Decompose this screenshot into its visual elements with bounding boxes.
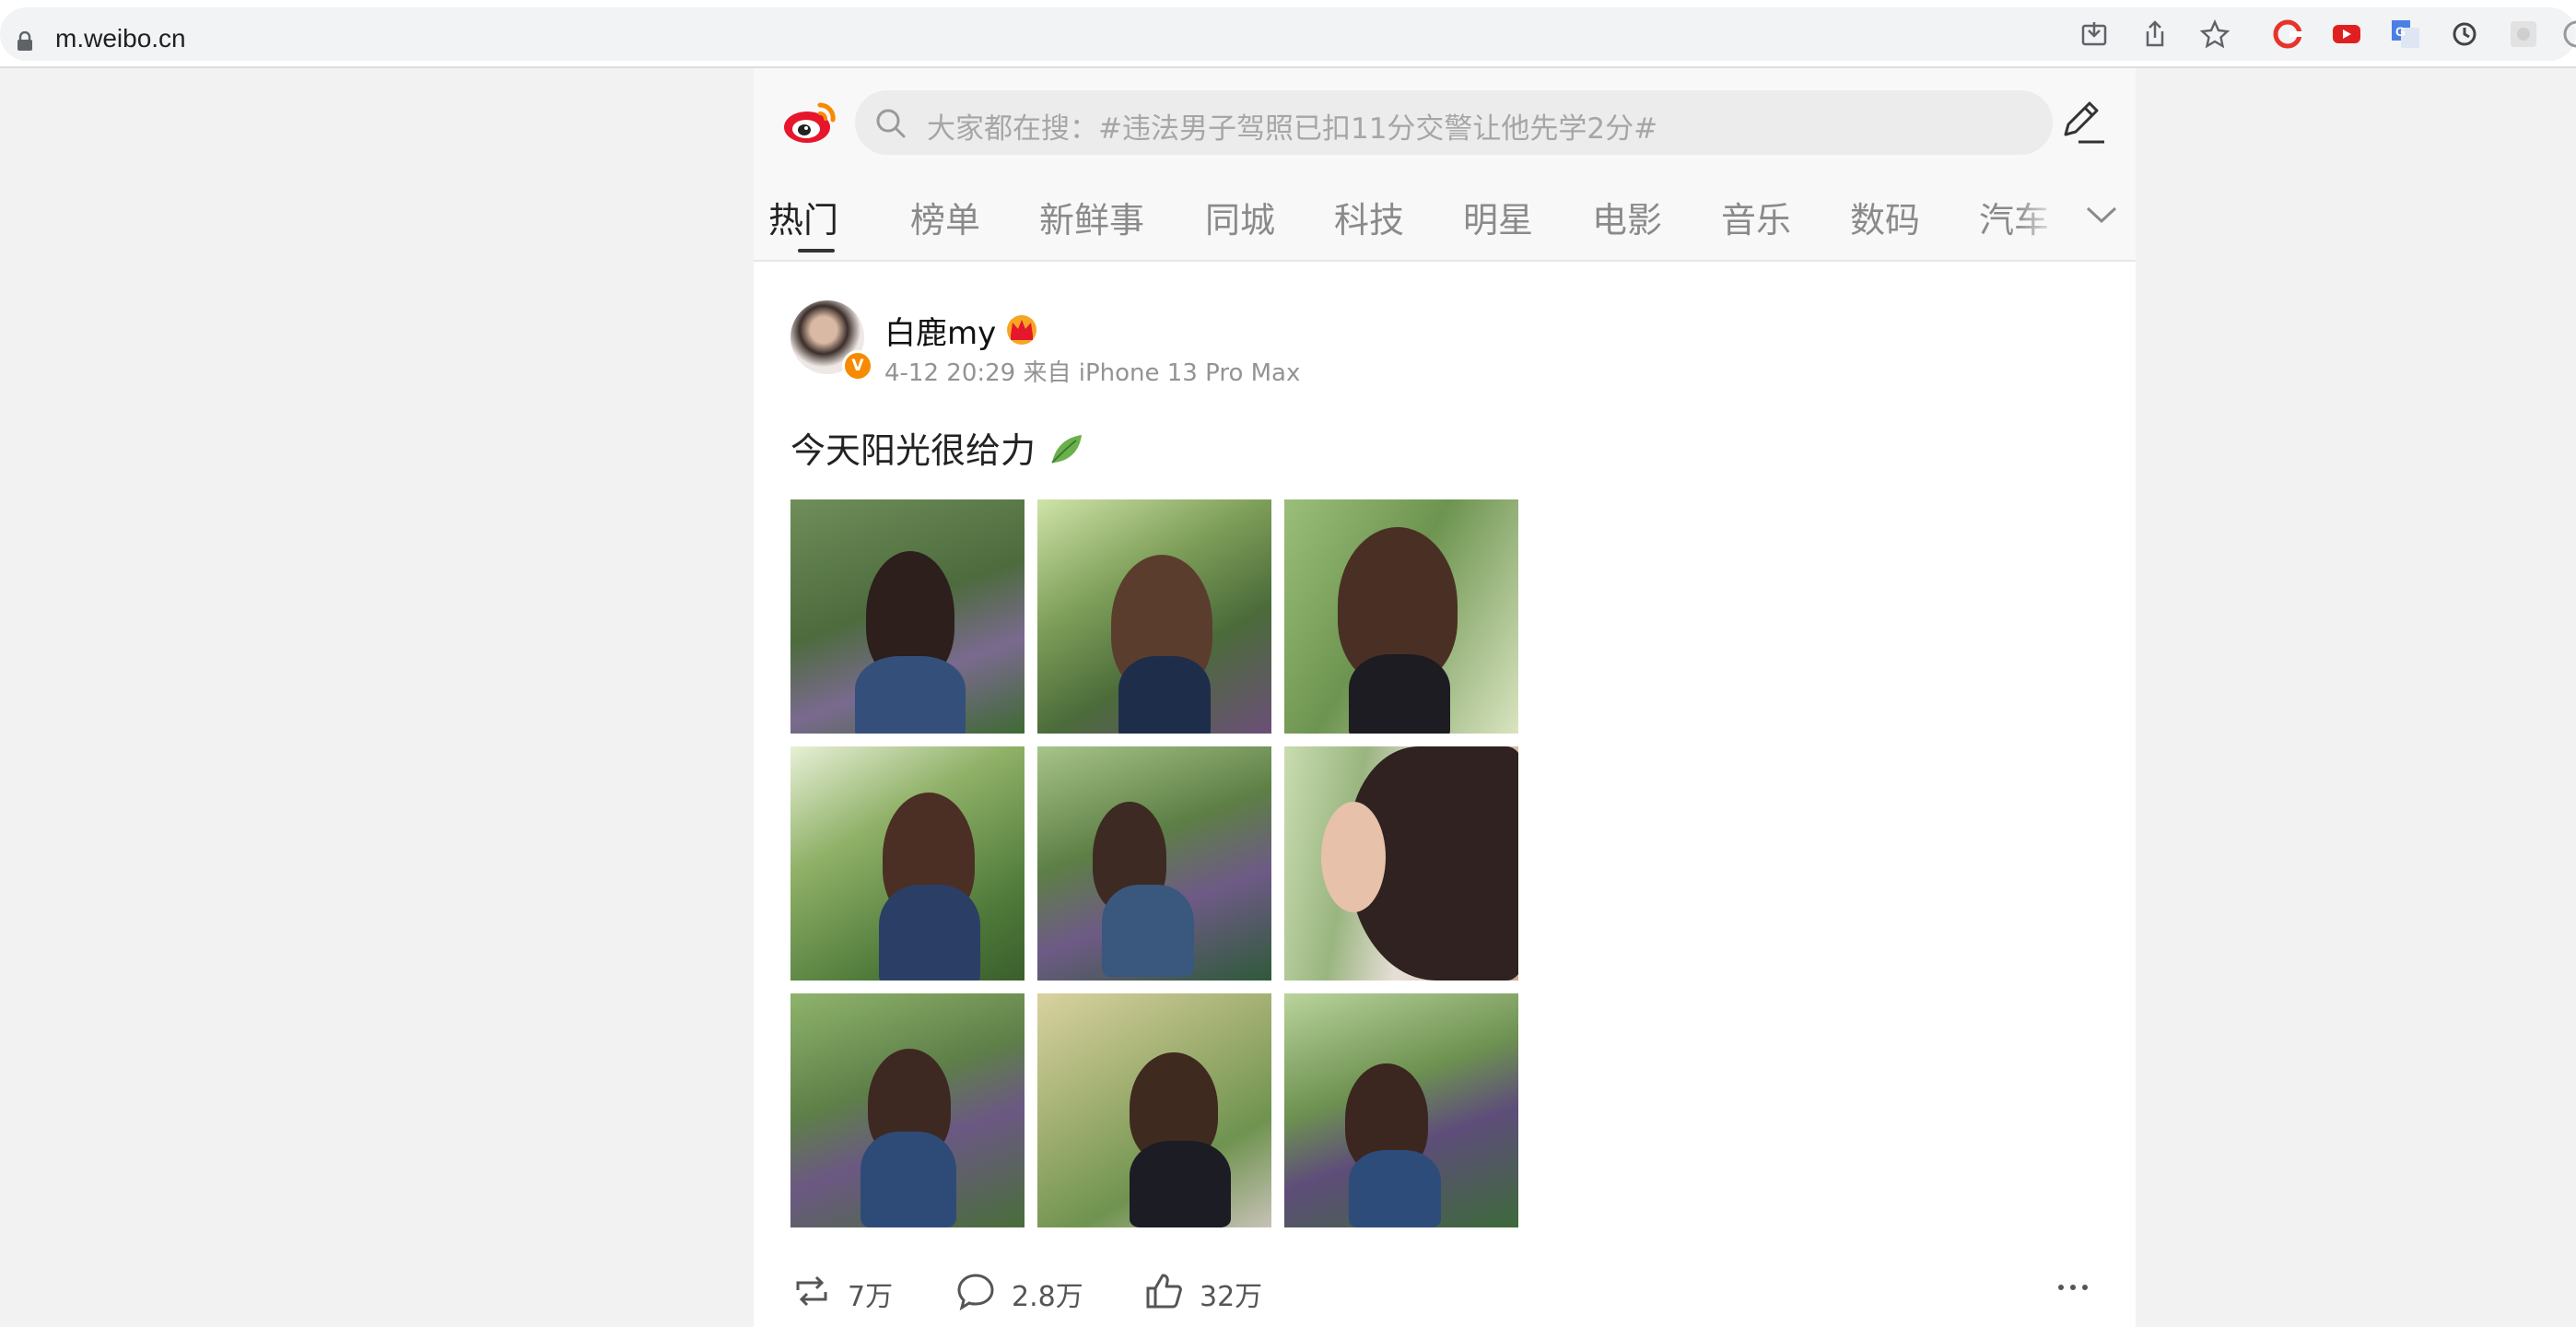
photo-7[interactable] — [790, 993, 1025, 1227]
chevron-down-icon[interactable] — [2082, 195, 2121, 234]
search-placeholder: 大家都在搜：#违法男子驾照已扣11分交警让他先学2分# — [927, 112, 1658, 146]
address-bar[interactable]: m.weibo.cn — [0, 7, 2576, 61]
repost-count: 7万 — [848, 1281, 894, 1313]
tab-local[interactable]: 同城 — [1205, 192, 1275, 242]
tab-movies[interactable]: 电影 — [1592, 192, 1662, 242]
photo-5[interactable] — [1037, 746, 1271, 981]
extension-translate-icon[interactable]: G — [2390, 18, 2421, 50]
crown-icon[interactable] — [1002, 310, 1041, 346]
tab-digital[interactable]: 数码 — [1850, 192, 1920, 242]
comment-icon — [957, 1274, 994, 1311]
extension-youtube-icon[interactable] — [2331, 18, 2362, 50]
extension-grey-icon[interactable] — [2508, 18, 2539, 50]
post-meta: 4-12 20:29 来自 iPhone 13 Pro Max — [884, 359, 1301, 387]
bookmark-star-icon[interactable] — [2199, 18, 2231, 50]
comment-button[interactable]: 2.8万 — [954, 1268, 1102, 1314]
compose-icon[interactable] — [2053, 94, 2108, 149]
tab-ranking[interactable]: 榜单 — [910, 192, 980, 242]
active-tab-indicator — [798, 249, 835, 252]
avatar[interactable]: V — [790, 300, 873, 382]
tab-hot[interactable]: 热门 — [768, 192, 838, 242]
search-input[interactable]: 大家都在搜：#违法男子驾照已扣11分交警让他先学2分# — [855, 90, 2053, 155]
tab-news[interactable]: 新鲜事 — [1039, 192, 1144, 242]
post-text: 今天阳光很给力 — [790, 430, 1036, 471]
post-actions: 7万 2.8万 32万 — [754, 1261, 2136, 1327]
extension-c-icon[interactable] — [2272, 18, 2303, 50]
browser-toolbar: m.weibo.cn G — [0, 0, 2576, 68]
weibo-page: 大家都在搜：#违法男子驾照已扣11分交警让他先学2分# 热门 榜单 新鲜事 同城… — [754, 68, 2136, 1327]
photo-3[interactable] — [1284, 499, 1518, 734]
tab-stars[interactable]: 明星 — [1463, 192, 1533, 242]
verified-badge: V — [842, 350, 873, 382]
extension-sync-icon[interactable] — [2449, 18, 2480, 50]
photo-1[interactable] — [790, 499, 1025, 734]
tab-music[interactable]: 音乐 — [1721, 192, 1791, 242]
share-icon[interactable] — [2139, 18, 2171, 50]
like-count: 32万 — [1200, 1281, 1263, 1313]
channel-tabs: 热门 榜单 新鲜事 同城 科技 明星 电影 音乐 数码 汽车 — [754, 170, 2080, 262]
lock-icon — [18, 31, 32, 51]
more-icon[interactable] — [2056, 1274, 2090, 1301]
repost-icon — [796, 1275, 827, 1307]
weibo-logo-icon[interactable] — [781, 94, 840, 147]
extension-partial-icon[interactable] — [2561, 18, 2576, 50]
photo-2[interactable] — [1037, 499, 1271, 734]
photo-8[interactable] — [1037, 993, 1271, 1227]
username[interactable]: 白鹿my — [884, 308, 996, 353]
search-icon — [876, 109, 906, 138]
url-text[interactable]: m.weibo.cn — [55, 24, 186, 53]
tab-tech[interactable]: 科技 — [1334, 192, 1404, 242]
photo-4[interactable] — [790, 746, 1025, 981]
repost-button[interactable]: 7万 — [790, 1268, 910, 1314]
photo-grid — [790, 499, 1518, 1227]
leaf-emoji-icon — [1051, 435, 1082, 464]
svg-text:G: G — [2395, 24, 2406, 39]
tabs-fade — [2016, 170, 2080, 260]
photo-9[interactable] — [1284, 993, 1518, 1227]
photo-6[interactable] — [1284, 746, 1518, 981]
like-button[interactable]: 32万 — [1142, 1268, 1281, 1314]
install-icon[interactable] — [2078, 18, 2110, 50]
comment-count: 2.8万 — [1012, 1281, 1083, 1313]
like-icon — [1146, 1274, 1182, 1309]
